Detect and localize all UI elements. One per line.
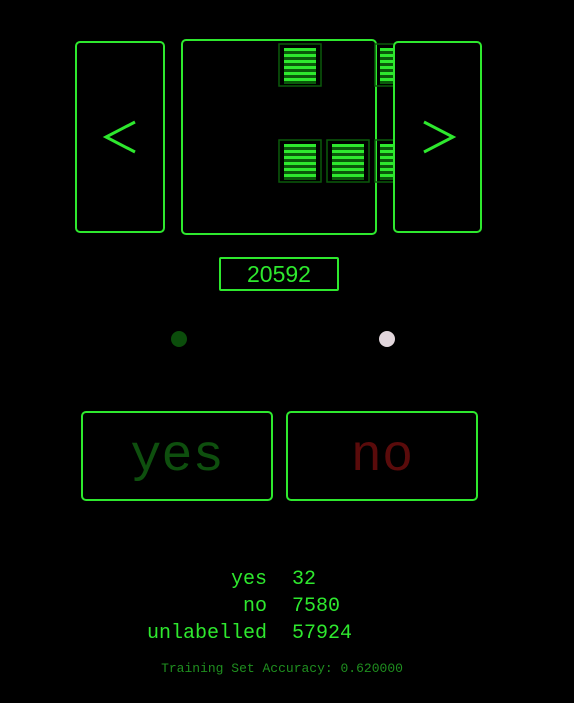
stat-key: no	[242, 595, 267, 618]
sample-index-counter: 20592	[219, 257, 339, 291]
stat-value: 32	[292, 568, 317, 591]
label-stats: yes 32 no 7580 unlabelled 57924	[0, 566, 574, 647]
pixel-block	[278, 139, 322, 183]
yes-button[interactable]: yes	[81, 411, 273, 501]
next-button[interactable]	[393, 41, 482, 233]
stat-row-no: no 7580	[0, 593, 574, 620]
stat-value: 7580	[292, 595, 341, 618]
stat-key: yes	[230, 568, 267, 591]
sample-index-value: 20592	[247, 261, 311, 287]
training-accuracy: Training Set Accuracy: 0.620000	[161, 661, 403, 676]
chevron-left-icon	[102, 120, 136, 154]
stat-key: unlabelled	[146, 622, 267, 645]
pixel-block	[326, 139, 370, 183]
sample-image-panel	[181, 39, 418, 235]
previous-button[interactable]	[75, 41, 165, 233]
stat-row-unlabelled: unlabelled 57924	[0, 620, 574, 647]
pixel-block	[278, 43, 322, 87]
no-button-label: no	[350, 427, 414, 486]
stat-row-yes: yes 32	[0, 566, 574, 593]
yes-button-label: yes	[130, 427, 224, 486]
no-indicator-dot	[379, 331, 395, 347]
no-button[interactable]: no	[286, 411, 478, 501]
stat-value: 57924	[292, 622, 353, 645]
chevron-right-icon	[423, 120, 457, 154]
yes-indicator-dot	[171, 331, 187, 347]
